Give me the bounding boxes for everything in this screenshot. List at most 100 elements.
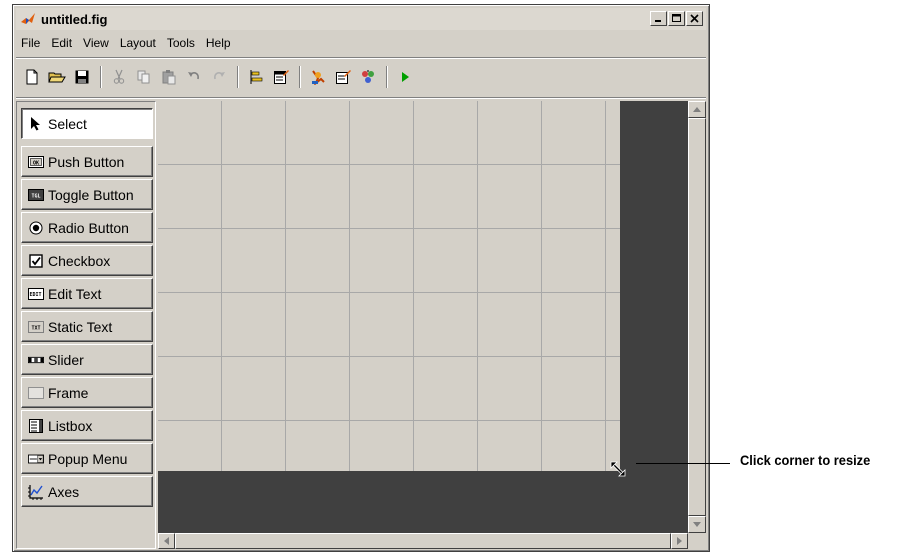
- static-text-icon: TXT: [28, 320, 44, 334]
- callout-leader-line: [636, 463, 730, 464]
- menu-help[interactable]: Help: [201, 36, 237, 50]
- new-button[interactable]: [21, 66, 43, 88]
- toolbar: [21, 63, 419, 91]
- component-palette: Select OK Push Button TGL Toggle Button …: [16, 101, 156, 549]
- listbox-icon: [28, 418, 44, 433]
- checkbox-icon: [28, 253, 44, 268]
- slider-icon: [28, 353, 44, 367]
- toolbar-separator: [386, 66, 388, 88]
- palette-checkbox[interactable]: Checkbox: [21, 245, 153, 276]
- frame-icon: [28, 386, 44, 400]
- palette-radio-button[interactable]: Radio Button: [21, 212, 153, 243]
- palette-label: Axes: [48, 483, 80, 500]
- menu-tools[interactable]: Tools: [162, 36, 201, 50]
- undo-button[interactable]: [183, 66, 205, 88]
- figure-grid[interactable]: [158, 101, 620, 471]
- horizontal-scrollbar[interactable]: [158, 533, 688, 549]
- svg-text:TGL: TGL: [31, 193, 40, 199]
- scroll-down-button[interactable]: [688, 516, 706, 533]
- axes-icon: [28, 484, 44, 500]
- run-button[interactable]: [394, 66, 416, 88]
- menu-view[interactable]: View: [78, 36, 115, 50]
- property-inspector-icon: [312, 70, 325, 85]
- palette-label: Static Text: [48, 318, 113, 335]
- palette-toggle-button[interactable]: TGL Toggle Button: [21, 179, 153, 210]
- palette-label: Popup Menu: [48, 450, 128, 467]
- palette-edit-text[interactable]: EDIT Edit Text: [21, 278, 153, 309]
- palette-label: Frame: [48, 384, 89, 401]
- menu-layout[interactable]: Layout: [115, 36, 162, 50]
- redo-button[interactable]: [208, 66, 230, 88]
- svg-text:OK: OK: [33, 160, 39, 166]
- palette-frame[interactable]: Frame: [21, 377, 153, 408]
- vertical-scroll-thumb[interactable]: [688, 118, 706, 516]
- menu-divider: [16, 57, 706, 59]
- object-browser-button[interactable]: [357, 66, 379, 88]
- palette-listbox[interactable]: Listbox: [21, 410, 153, 441]
- close-button[interactable]: [686, 11, 703, 26]
- palette-select[interactable]: Select: [21, 108, 153, 139]
- menu-file[interactable]: File: [16, 36, 46, 50]
- palette-push-button[interactable]: OK Push Button: [21, 146, 153, 177]
- resize-handle[interactable]: [610, 461, 626, 477]
- paste-button[interactable]: [158, 66, 180, 88]
- title-bar[interactable]: untitled.fig: [16, 8, 706, 30]
- copy-icon: [137, 70, 150, 84]
- layout-area[interactable]: [158, 101, 688, 533]
- m-file-editor-button[interactable]: [332, 66, 354, 88]
- horizontal-scroll-thumb[interactable]: [175, 533, 671, 549]
- save-icon: [75, 70, 89, 84]
- run-icon: [402, 72, 409, 82]
- redo-icon: [214, 72, 225, 80]
- palette-popup-menu[interactable]: Popup Menu: [21, 443, 153, 474]
- vertical-scrollbar[interactable]: [688, 101, 706, 533]
- maximize-button[interactable]: [668, 11, 685, 26]
- toolbar-separator: [299, 66, 301, 88]
- align-button[interactable]: [245, 66, 267, 88]
- guide-window: untitled.fig File Edit View Layout Tools…: [12, 4, 710, 552]
- palette-label: Radio Button: [48, 219, 129, 236]
- window-title: untitled.fig: [41, 11, 108, 27]
- push-button-icon: OK: [28, 155, 44, 169]
- arrow-icon: [28, 116, 44, 131]
- palette-label: Edit Text: [48, 285, 102, 302]
- edit-text-icon: EDIT: [28, 287, 44, 301]
- arrow-right-icon: [677, 537, 682, 545]
- scrollbar-corner: [688, 533, 706, 549]
- palette-axes[interactable]: Axes: [21, 476, 153, 507]
- palette-label: Select: [48, 115, 87, 132]
- menu-bar: File Edit View Layout Tools Help: [16, 33, 237, 53]
- open-button[interactable]: [46, 66, 68, 88]
- scroll-left-button[interactable]: [158, 533, 175, 549]
- new-icon: [26, 69, 38, 85]
- popup-menu-icon: [28, 452, 44, 466]
- palette-label: Checkbox: [48, 252, 111, 269]
- undo-icon: [188, 72, 199, 80]
- scroll-up-button[interactable]: [688, 101, 706, 118]
- cut-icon: [113, 69, 125, 84]
- toolbar-separator: [100, 66, 102, 88]
- menu-editor-icon: [274, 70, 289, 84]
- palette-label: Listbox: [48, 417, 93, 434]
- palette-label: Slider: [48, 351, 84, 368]
- palette-static-text[interactable]: TXT Static Text: [21, 311, 153, 342]
- toolbar-separator: [237, 66, 239, 88]
- align-icon: [250, 70, 263, 84]
- palette-slider[interactable]: Slider: [21, 344, 153, 375]
- cut-button[interactable]: [108, 66, 130, 88]
- paste-icon: [162, 70, 176, 85]
- arrow-left-icon: [164, 537, 169, 545]
- copy-button[interactable]: [133, 66, 155, 88]
- menu-editor-button[interactable]: [270, 66, 292, 88]
- minimize-button[interactable]: [650, 11, 667, 26]
- property-inspector-button[interactable]: [307, 66, 329, 88]
- arrow-down-icon: [693, 522, 701, 527]
- menu-edit[interactable]: Edit: [46, 36, 78, 50]
- toggle-button-icon: TGL: [28, 188, 44, 202]
- save-button[interactable]: [71, 66, 93, 88]
- scroll-right-button[interactable]: [671, 533, 688, 549]
- radio-button-icon: [28, 221, 44, 235]
- callout-label: Click corner to resize: [740, 452, 871, 468]
- minimize-icon: [655, 20, 661, 22]
- toolbar-divider: [16, 97, 706, 99]
